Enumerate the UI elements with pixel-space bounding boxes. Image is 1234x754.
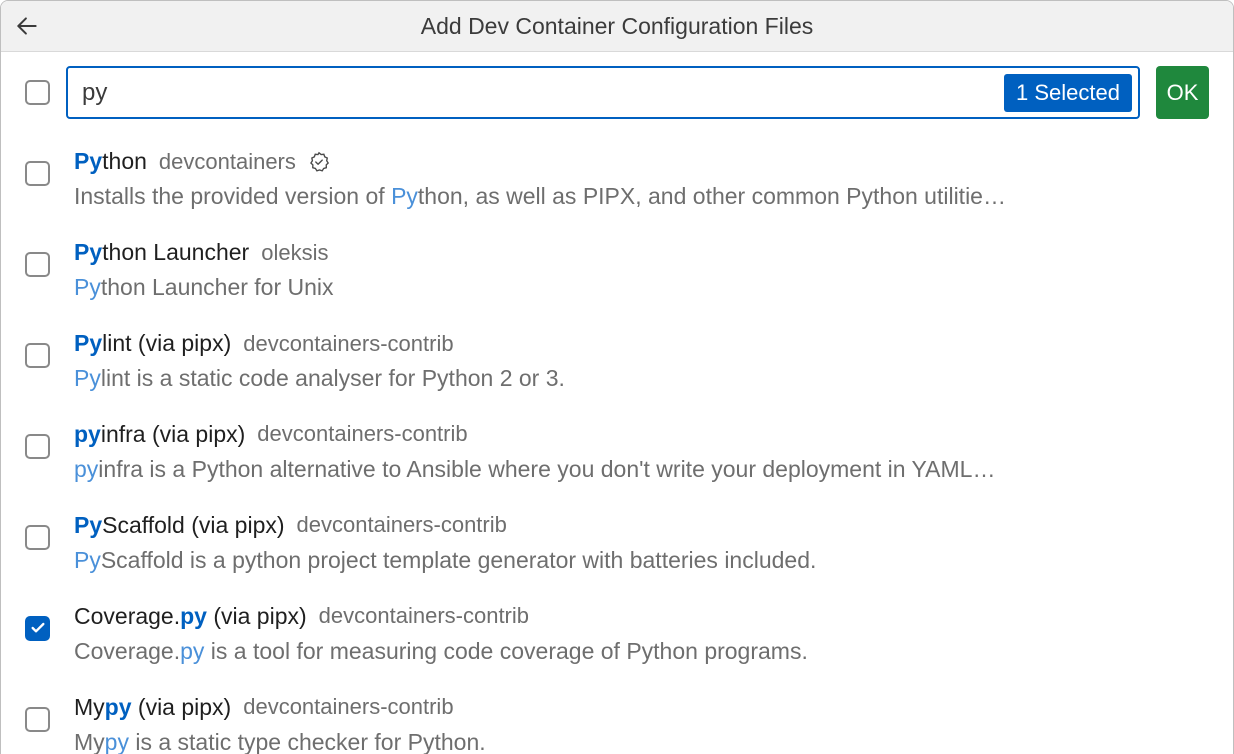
input-row: 1 Selected OK [1, 52, 1233, 131]
item-title-row: Pylint (via pipx) devcontainers-contrib [74, 329, 1209, 359]
item-checkbox[interactable] [25, 343, 50, 368]
item-title-row: Python devcontainers [74, 147, 1209, 177]
item-title-row: Coverage.py (via pipx) devcontainers-con… [74, 602, 1209, 632]
item-publisher: devcontainers-contrib [297, 511, 507, 540]
page-title: Add Dev Container Configuration Files [1, 13, 1233, 40]
item-checkbox[interactable] [25, 252, 50, 277]
list-item[interactable]: Python devcontainers Installs the provid… [25, 135, 1209, 226]
results-list: Python devcontainers Installs the provid… [1, 131, 1233, 754]
item-publisher: devcontainers-contrib [243, 330, 453, 359]
search-field-wrap: 1 Selected [66, 66, 1140, 119]
ok-button[interactable]: OK [1156, 66, 1209, 119]
back-button[interactable] [11, 10, 43, 42]
selected-count-badge[interactable]: 1 Selected [1004, 74, 1132, 112]
item-publisher: devcontainers-contrib [257, 420, 467, 449]
item-title-row: Mypy (via pipx) devcontainers-contrib [74, 693, 1209, 723]
item-body: Coverage.py (via pipx) devcontainers-con… [74, 602, 1209, 667]
item-description: Mypy is a static type checker for Python… [74, 727, 1174, 754]
command-palette: Add Dev Container Configuration Files 1 … [0, 0, 1234, 754]
item-description: Installs the provided version of Python,… [74, 181, 1174, 212]
item-publisher: devcontainers-contrib [243, 693, 453, 722]
item-name: Pylint (via pipx) [74, 329, 231, 359]
item-body: pyinfra (via pipx) devcontainers-contrib… [74, 420, 1209, 485]
item-name: pyinfra (via pipx) [74, 420, 245, 450]
item-name: Python Launcher [74, 238, 249, 268]
item-publisher: oleksis [261, 239, 328, 268]
item-checkbox[interactable] [25, 707, 50, 732]
item-name: Mypy (via pipx) [74, 693, 231, 723]
item-body: Python Launcher oleksis Python Launcher … [74, 238, 1209, 303]
arrow-left-icon [14, 13, 40, 39]
list-item[interactable]: Coverage.py (via pipx) devcontainers-con… [25, 590, 1209, 681]
item-description: Python Launcher for Unix [74, 272, 1174, 303]
list-item[interactable]: Mypy (via pipx) devcontainers-contrib My… [25, 681, 1209, 754]
select-all-checkbox[interactable] [25, 80, 50, 105]
item-name: PyScaffold (via pipx) [74, 511, 285, 541]
list-item[interactable]: Pylint (via pipx) devcontainers-contrib … [25, 317, 1209, 408]
item-body: Pylint (via pipx) devcontainers-contrib … [74, 329, 1209, 394]
item-title-row: PyScaffold (via pipx) devcontainers-cont… [74, 511, 1209, 541]
search-input[interactable] [82, 68, 1004, 117]
item-checkbox[interactable] [25, 434, 50, 459]
item-description: pyinfra is a Python alternative to Ansib… [74, 454, 1174, 485]
check-icon [30, 620, 46, 636]
list-item[interactable]: PyScaffold (via pipx) devcontainers-cont… [25, 499, 1209, 590]
item-title-row: Python Launcher oleksis [74, 238, 1209, 268]
item-publisher: devcontainers-contrib [319, 602, 529, 631]
item-description: Coverage.py is a tool for measuring code… [74, 636, 1174, 667]
item-description: PyScaffold is a python project template … [74, 545, 1174, 576]
verified-icon [308, 151, 330, 173]
item-name: Coverage.py (via pipx) [74, 602, 307, 632]
item-title-row: pyinfra (via pipx) devcontainers-contrib [74, 420, 1209, 450]
item-body: Mypy (via pipx) devcontainers-contrib My… [74, 693, 1209, 754]
item-body: Python devcontainers Installs the provid… [74, 147, 1209, 212]
item-checkbox[interactable] [25, 525, 50, 550]
list-item[interactable]: Python Launcher oleksis Python Launcher … [25, 226, 1209, 317]
item-checkbox[interactable] [25, 616, 50, 641]
item-name: Python [74, 147, 147, 177]
item-description: Pylint is a static code analyser for Pyt… [74, 363, 1174, 394]
item-body: PyScaffold (via pipx) devcontainers-cont… [74, 511, 1209, 576]
item-checkbox[interactable] [25, 161, 50, 186]
item-publisher: devcontainers [159, 148, 296, 177]
header: Add Dev Container Configuration Files [1, 1, 1233, 52]
list-item[interactable]: pyinfra (via pipx) devcontainers-contrib… [25, 408, 1209, 499]
